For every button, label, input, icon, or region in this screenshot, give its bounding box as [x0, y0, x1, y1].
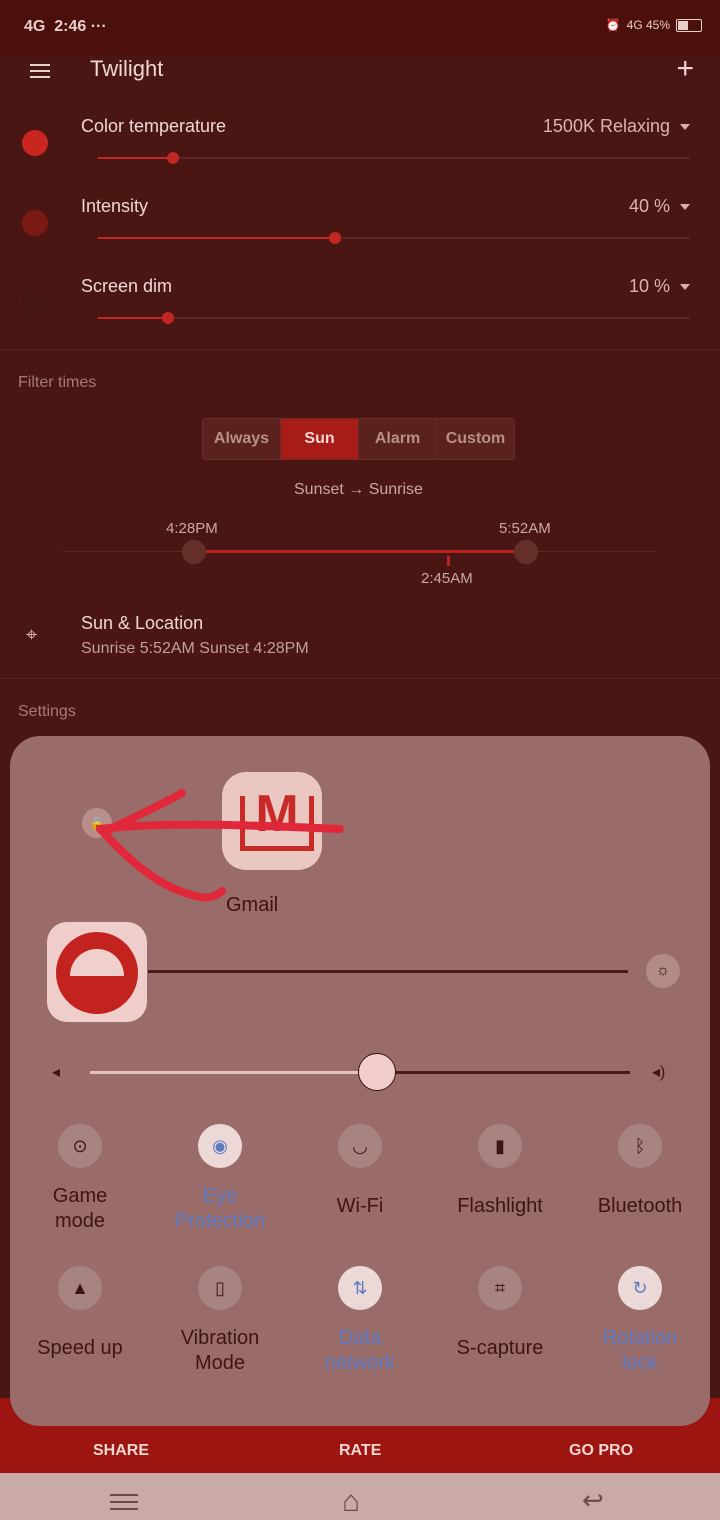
share-button[interactable]: SHARE	[93, 1442, 149, 1460]
brightness-knob[interactable]	[47, 922, 147, 1022]
divider	[0, 349, 720, 350]
volume-knob[interactable]	[358, 1053, 396, 1091]
brightness-slider[interactable]	[148, 970, 628, 973]
color-dot	[22, 210, 48, 236]
filter-value[interactable]: 1500K Relaxing	[543, 116, 690, 137]
eye-icon: ◉	[198, 1124, 242, 1168]
annotation-arrow	[96, 789, 344, 902]
rotation-lock-icon: ↻	[618, 1266, 662, 1310]
tile-wifi[interactable]: ◡ Wi-Fi	[290, 1124, 430, 1219]
status-right: ⏰ 4G 45%	[606, 18, 702, 32]
slider-knob[interactable]	[162, 312, 174, 324]
slider-knob[interactable]	[329, 232, 341, 244]
mode-custom[interactable]: Custom	[437, 419, 514, 459]
mode-sun[interactable]: Sun	[281, 419, 359, 459]
recent-apps-icon[interactable]	[110, 1489, 138, 1515]
screen-dim-row[interactable]: Screen dim 10 %	[0, 270, 720, 350]
section-settings: Settings	[18, 703, 76, 720]
intensity-row[interactable]: Intensity 40 %	[0, 190, 720, 270]
filter-label: Screen dim	[81, 276, 173, 296]
brightness-icon: ☼	[646, 954, 680, 988]
tile-flashlight[interactable]: ▮ Flashlight	[430, 1124, 570, 1219]
location-title[interactable]: Sun & Location	[81, 613, 203, 634]
tile-speed-up[interactable]: ▲ Speed up	[10, 1266, 150, 1361]
filter-label: Color temperature	[81, 116, 227, 136]
system-nav-bar: ⌂ ↩	[0, 1473, 720, 1520]
add-button[interactable]: +	[676, 52, 694, 86]
bluetooth-icon: ᛒ	[618, 1124, 662, 1168]
vibration-icon: ▯	[198, 1266, 242, 1310]
go-pro-button[interactable]: GO PRO	[569, 1442, 633, 1460]
timeline-active	[194, 550, 526, 553]
flashlight-icon: ▮	[478, 1124, 522, 1168]
tile-bluetooth[interactable]: ᛒ Bluetooth	[570, 1124, 710, 1219]
home-icon[interactable]: ⌂	[342, 1485, 360, 1519]
wifi-icon: ◡	[338, 1124, 382, 1168]
status-left: 4G 2:46 ···	[24, 18, 107, 35]
slider-track[interactable]	[98, 152, 690, 164]
mode-alarm[interactable]: Alarm	[359, 419, 437, 459]
menu-icon[interactable]	[30, 60, 50, 82]
dropdown-icon	[680, 124, 690, 131]
app-bar: Twilight +	[0, 36, 720, 106]
filter-value[interactable]: 40 %	[629, 196, 690, 217]
volume-high-icon: ◂)	[652, 1064, 666, 1081]
location-subtitle: Sunrise 5:52AM Sunset 4:28PM	[81, 640, 309, 657]
tile-game-mode[interactable]: ⊙ Game mode	[10, 1124, 150, 1234]
gamepad-icon: ⊙	[58, 1124, 102, 1168]
data-icon: ⇅	[338, 1266, 382, 1310]
section-filter-times: Filter times	[18, 374, 97, 391]
current-time: 2:45AM	[421, 570, 473, 587]
time-range: Sunset → Sunrise	[294, 481, 423, 498]
end-time: 5:52AM	[499, 520, 551, 537]
rate-button[interactable]: RATE	[339, 1442, 381, 1460]
color-dot	[22, 130, 48, 156]
tile-eye-protection[interactable]: ◉ Eye Protection	[150, 1124, 290, 1234]
tile-vibration-mode[interactable]: ▯ Vibration Mode	[150, 1266, 290, 1376]
dropdown-icon	[680, 204, 690, 211]
divider	[0, 678, 720, 679]
rocket-icon: ▲	[58, 1266, 102, 1310]
page-title: Twilight	[90, 56, 164, 81]
filter-mode-selector: Always Sun Alarm Custom	[202, 418, 515, 460]
tile-s-capture[interactable]: ⌗ S-capture	[430, 1266, 570, 1361]
timeline-start-handle[interactable]	[182, 540, 206, 564]
filter-label: Intensity	[81, 196, 149, 216]
filter-value[interactable]: 10 %	[629, 276, 690, 297]
slider-track[interactable]	[98, 232, 690, 244]
volume-fill	[90, 1071, 376, 1074]
volume-low-icon: ◂	[52, 1064, 61, 1081]
alarm-icon: ⏰	[605, 18, 621, 32]
tile-data-network[interactable]: ⇅ Data network	[290, 1266, 430, 1376]
dropdown-icon	[680, 284, 690, 291]
color-temperature-row[interactable]: Color temperature 1500K Relaxing	[0, 110, 720, 190]
slider-knob[interactable]	[167, 152, 179, 164]
mode-always[interactable]: Always	[203, 419, 281, 459]
screenshot-icon: ⌗	[478, 1266, 522, 1310]
timeline-end-handle[interactable]	[514, 540, 538, 564]
back-icon[interactable]: ↩	[582, 1485, 604, 1516]
slider-track[interactable]	[98, 312, 690, 324]
tile-rotation-lock[interactable]: ↻ Rotation lock	[570, 1266, 710, 1376]
battery-icon	[676, 18, 702, 32]
location-pin-icon: ⌖	[26, 624, 38, 646]
start-time: 4:28PM	[166, 520, 218, 537]
now-marker	[447, 556, 450, 566]
color-dot	[22, 290, 48, 316]
quick-settings-panel: 🔒 Gmail ☼ ◂ ◂) ⊙ Game mode ◉ Eye Protect…	[10, 736, 710, 1426]
